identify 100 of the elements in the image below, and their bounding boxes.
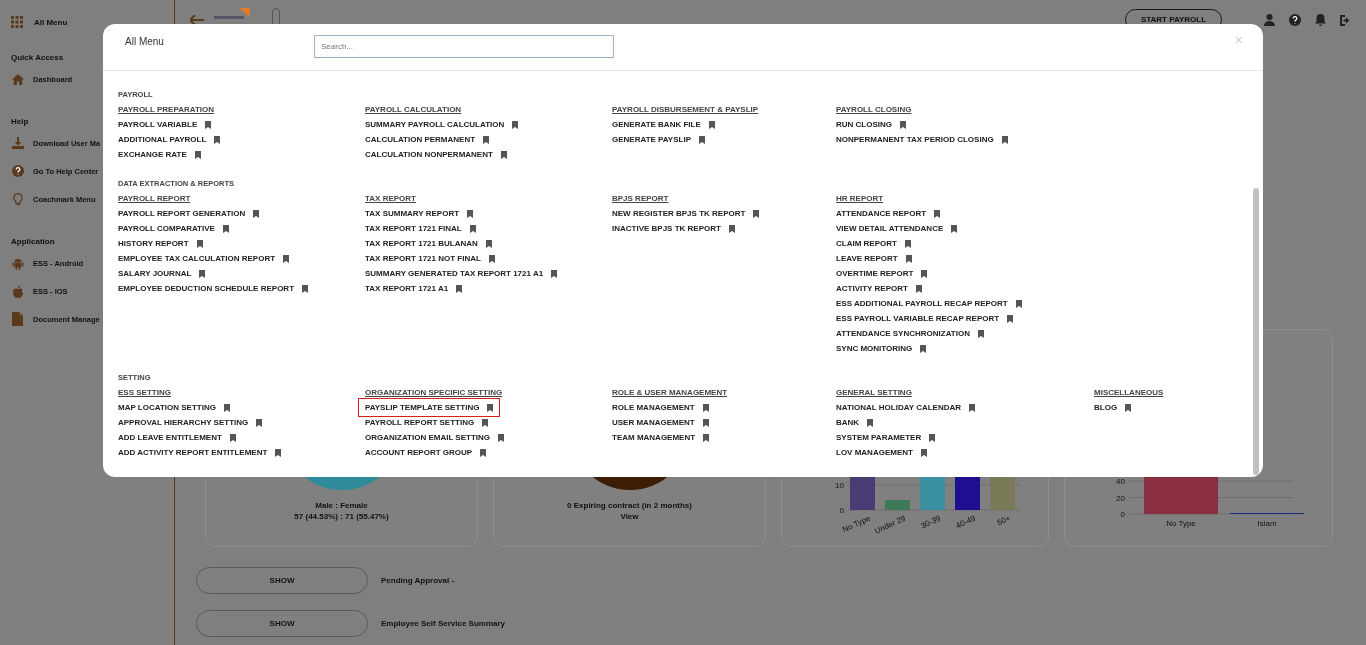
menu-item[interactable]: LOV MANAGEMENT	[836, 447, 927, 458]
menu-item[interactable]: NEW REGISTER BPJS TK REPORT	[612, 208, 760, 219]
menu-item[interactable]: GENERATE BANK FILE	[612, 119, 715, 130]
menu-item[interactable]: NATIONAL HOLIDAY CALENDAR	[836, 402, 976, 413]
bookmark-icon[interactable]	[194, 150, 201, 159]
menu-item[interactable]: PAYROLL COMPARATIVE	[118, 223, 229, 234]
menu-item[interactable]: EMPLOYEE TAX CALCULATION REPORT	[118, 253, 290, 264]
scrollbar[interactable]	[1253, 188, 1259, 475]
search-field[interactable]: Search...	[314, 35, 614, 58]
lightbulb-icon	[12, 192, 23, 206]
menu-item[interactable]: ACTIVITY REPORT	[836, 283, 922, 294]
show-button[interactable]: SHOW	[196, 567, 368, 594]
menu-item[interactable]: TAX REPORT 1721 A1	[365, 283, 463, 294]
user-icon[interactable]	[1264, 14, 1275, 26]
menu-item[interactable]: TAX REPORT 1721 FINAL	[365, 223, 476, 234]
menu-item[interactable]: ESS ADDITIONAL PAYROLL RECAP REPORT	[836, 298, 1022, 309]
bookmark-icon[interactable]	[283, 254, 290, 263]
bookmark-icon[interactable]	[253, 209, 260, 218]
menu-item[interactable]: GENERATE PAYSLIP	[612, 134, 705, 145]
menu-item[interactable]: RUN CLOSING	[836, 119, 906, 130]
bookmark-icon[interactable]	[223, 403, 230, 412]
menu-item[interactable]: VIEW DETAIL ATTENDANCE	[836, 223, 958, 234]
menu-item[interactable]: LEAVE REPORT	[836, 253, 912, 264]
menu-item[interactable]: APPROVAL HIERARCHY SETTING	[118, 417, 263, 428]
bookmark-icon[interactable]	[196, 239, 203, 248]
menu-item[interactable]: ADDITIONAL PAYROLL	[118, 134, 221, 145]
menu-item[interactable]: PAYROLL VARIABLE	[118, 119, 212, 130]
menu-item[interactable]: TAX SUMMARY REPORT	[365, 208, 474, 219]
bookmark-icon[interactable]	[951, 224, 958, 233]
bell-icon[interactable]	[1315, 14, 1326, 26]
bookmark-icon[interactable]	[934, 209, 941, 218]
menu-item[interactable]: PAYROLL REPORT GENERATION	[118, 208, 260, 219]
menu-item[interactable]: SUMMARY GENERATED TAX REPORT 1721 A1	[365, 268, 558, 279]
bookmark-icon[interactable]	[867, 418, 874, 427]
menu-item[interactable]: TEAM MANAGEMENT	[612, 432, 710, 443]
bookmark-icon[interactable]	[256, 418, 263, 427]
bookmark-icon[interactable]	[753, 209, 760, 218]
menu-item[interactable]: MAP LOCATION SETTING	[118, 402, 230, 413]
menu-item[interactable]: ESS PAYROLL VARIABLE RECAP REPORT	[836, 313, 1014, 324]
card-detail: 57 (44.53%) : 71 (55.47%)	[294, 511, 389, 522]
bookmark-icon[interactable]	[480, 448, 487, 457]
axis-tick-label: 40	[1116, 477, 1125, 486]
show-button[interactable]: SHOW	[196, 610, 368, 637]
menu-item[interactable]: HISTORY REPORT	[118, 238, 203, 249]
menu-item[interactable]: CALCULATION NONPERMANENT	[365, 149, 507, 160]
menu-item[interactable]: PAYROLL REPORT SETTING	[365, 417, 489, 428]
grid-icon[interactable]	[11, 16, 23, 28]
bookmark-icon[interactable]	[969, 403, 976, 412]
menu-item[interactable]: ADD LEAVE ENTITLEMENT	[118, 432, 236, 443]
menu-item[interactable]: ATTENDANCE SYNCHRONIZATION	[836, 328, 984, 339]
bookmark-icon[interactable]	[728, 224, 735, 233]
bookmark-icon[interactable]	[302, 284, 308, 293]
menu-item[interactable]: SUMMARY PAYROLL CALCULATION	[365, 119, 519, 130]
category-label: 50+	[995, 513, 1012, 528]
menu-item[interactable]: ORGANIZATION EMAIL SETTING	[365, 432, 505, 443]
bookmark-icon[interactable]	[551, 269, 558, 278]
axis-tick-label: 0	[839, 506, 844, 515]
menu-item[interactable]: BANK	[836, 417, 874, 428]
menu-item[interactable]: INACTIVE BPJS TK REPORT	[612, 223, 735, 234]
menu-item[interactable]: CALCULATION PERMANENT	[365, 134, 490, 145]
menu-item[interactable]: CLAIM REPORT	[836, 238, 911, 249]
menu-item[interactable]: TAX REPORT 1721 NOT FINAL	[365, 253, 495, 264]
bookmark-icon[interactable]	[1125, 403, 1132, 412]
download-icon	[11, 137, 24, 149]
bookmark-icon[interactable]	[229, 433, 236, 442]
bookmark-icon[interactable]	[483, 135, 490, 144]
bookmark-icon[interactable]	[222, 224, 229, 233]
back-arrow-icon[interactable]	[190, 15, 204, 25]
menu-item[interactable]: BLOG	[1094, 402, 1132, 413]
menu-item[interactable]: ROLE MANAGEMENT	[612, 402, 709, 413]
bookmark-icon[interactable]	[900, 120, 906, 129]
bookmark-icon[interactable]	[512, 120, 519, 129]
bookmark-icon[interactable]	[920, 344, 927, 353]
menu-item[interactable]: PAYSLIP TEMPLATE SETTING	[362, 402, 497, 413]
card-caption: 0 Expiring contract (in 2 months)	[567, 500, 692, 511]
bookmark-icon[interactable]	[456, 284, 463, 293]
bookmark-icon[interactable]	[500, 150, 507, 159]
logout-icon[interactable]	[1340, 14, 1352, 26]
bookmark-icon[interactable]	[1001, 135, 1008, 144]
menu-item[interactable]: EXCHANGE RATE	[118, 149, 201, 160]
menu-item[interactable]: TAX REPORT 1721 BULANAN	[365, 238, 492, 249]
menu-item[interactable]: USER MANAGEMENT	[612, 417, 709, 428]
summary-label: Employee Self Service Summary	[381, 619, 506, 628]
menu-item[interactable]: OVERTIME REPORT	[836, 268, 928, 279]
menu-item[interactable]: ACCOUNT REPORT GROUP	[365, 447, 487, 458]
bookmark-icon[interactable]	[199, 269, 206, 278]
menu-item[interactable]: EMPLOYEE DEDUCTION SCHEDULE REPORT	[118, 283, 308, 294]
menu-item[interactable]: SALARY JOURNAL	[118, 268, 206, 279]
group-title: GENERAL SETTING	[836, 387, 912, 398]
robot-icon	[11, 256, 24, 270]
menu-item[interactable]: SYSTEM PARAMETER	[836, 432, 936, 443]
menu-item[interactable]: NONPERMANENT TAX PERIOD CLOSING	[836, 134, 1008, 145]
category-label: Islam	[1257, 519, 1277, 528]
menu-item[interactable]: ADD ACTIVITY REPORT ENTITLEMENT	[118, 447, 282, 458]
bookmark-icon[interactable]	[977, 329, 984, 338]
view-link[interactable]: View	[620, 511, 639, 522]
menu-item[interactable]: ATTENDANCE REPORT	[836, 208, 941, 219]
group-title: PAYROLL PREPARATION	[118, 104, 214, 115]
menu-item[interactable]: SYNC MONITORING	[836, 343, 927, 354]
help-icon[interactable]	[1289, 14, 1301, 26]
